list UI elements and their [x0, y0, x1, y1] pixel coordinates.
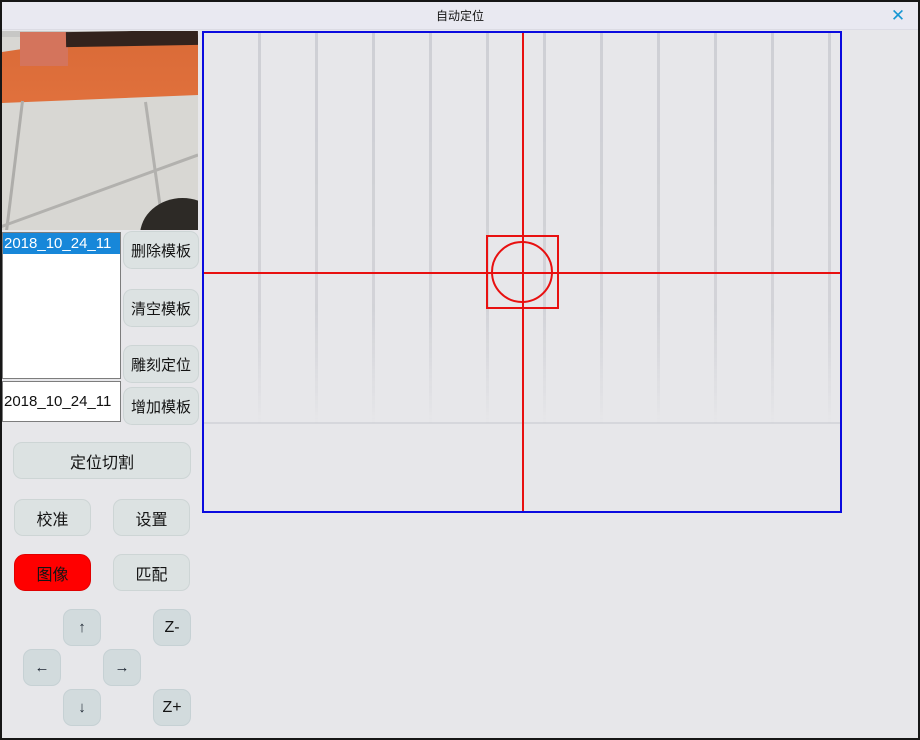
arrow-down-icon: ↓: [78, 699, 86, 716]
template-list[interactable]: 2018_10_24_11: [2, 232, 121, 379]
template-list-item-selected[interactable]: 2018_10_24_11: [3, 233, 120, 254]
thumbnail-orange-stub: [20, 32, 68, 66]
template-name-input[interactable]: [2, 381, 121, 422]
image-button-active[interactable]: 图像: [14, 554, 91, 591]
calibrate-button[interactable]: 校准: [14, 499, 91, 536]
target-circle-overlay: [491, 241, 553, 303]
position-cut-button[interactable]: 定位切割: [13, 442, 191, 479]
title-bar: 自动定位 ✕: [2, 2, 918, 30]
arrow-right-icon: →: [115, 659, 130, 676]
thumbnail-dark-object: [140, 198, 198, 230]
clear-templates-button[interactable]: 清空模板: [123, 289, 199, 327]
template-thumbnail: [2, 31, 198, 230]
jog-left-button[interactable]: ←: [23, 649, 61, 686]
settings-button[interactable]: 设置: [113, 499, 190, 536]
match-button[interactable]: 匹配: [113, 554, 190, 591]
thumbnail-dark-strip: [66, 31, 198, 47]
auto-positioning-dialog: 自动定位 ✕ 2018_10_24_11 删除模板 清空模板 雕刻定位 增加模板…: [0, 0, 920, 740]
jog-up-button[interactable]: ↑: [63, 609, 101, 646]
arrow-up-icon: ↑: [78, 619, 86, 636]
arrow-left-icon: ←: [35, 659, 50, 676]
jog-right-button[interactable]: →: [103, 649, 141, 686]
add-template-button[interactable]: 增加模板: [123, 387, 199, 425]
close-icon[interactable]: ✕: [886, 5, 910, 27]
page-title: 自动定位: [436, 7, 484, 24]
jog-z-plus-button[interactable]: Z+: [153, 689, 191, 726]
engrave-position-button[interactable]: 雕刻定位: [123, 345, 199, 383]
camera-view: [202, 31, 842, 513]
jog-z-minus-button[interactable]: Z-: [153, 609, 191, 646]
thumbnail-tile-line: [4, 101, 24, 230]
jog-down-button[interactable]: ↓: [63, 689, 101, 726]
delete-template-button[interactable]: 删除模板: [123, 231, 199, 269]
